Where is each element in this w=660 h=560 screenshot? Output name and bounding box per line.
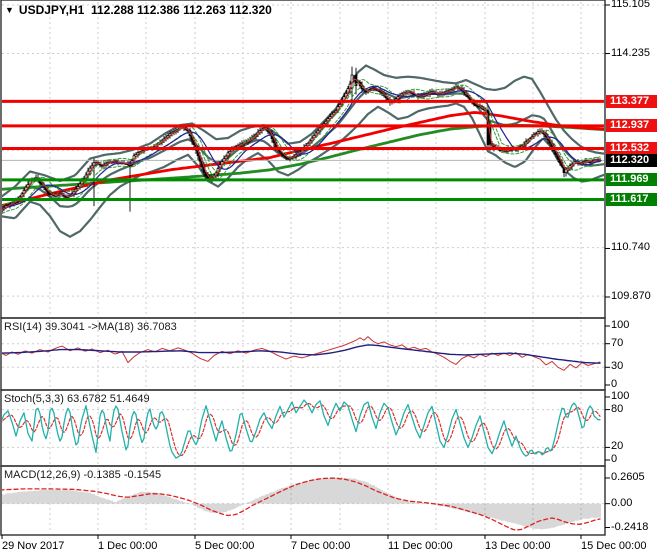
- stoch-axis-label: 0: [611, 453, 618, 465]
- price-axis-label: 110.740: [611, 241, 650, 254]
- stoch-axis-label: 20: [611, 440, 624, 453]
- macd-axis-label: -0.2418: [611, 520, 649, 533]
- current-price-tag: 112.320: [606, 153, 657, 167]
- rsi-axis-label: 70: [611, 336, 624, 349]
- macd-axis-label: 0.2605: [611, 471, 645, 483]
- time-axis-label: 11 Dec 00:00: [388, 540, 453, 552]
- stoch-axis-label: 100: [611, 390, 630, 402]
- time-axis-label: 1 Dec 00:00: [98, 540, 158, 552]
- rsi-axis-label: 0: [611, 378, 618, 390]
- price-axis-label: 114.235: [611, 46, 650, 59]
- price-axis-label: 109.870: [611, 290, 651, 302]
- stochastic-indicator-label: Stoch(5,3,3) 63.6782 51.4649: [4, 393, 150, 405]
- ohlc-values: 112.288 112.386 112.263 112.320: [90, 3, 272, 17]
- mt4-chart-window: ▼ USDJPY,H1 112.288 112.386 112.263 112.3…: [0, 0, 660, 560]
- axis-ticks: [1, 4, 610, 539]
- macd-panel[interactable]: [0, 477, 601, 531]
- macd-axis-label: 0.00: [611, 496, 633, 509]
- time-axis-label: 7 Dec 00:00: [291, 540, 351, 552]
- time-axis-label: 15 Dec 00:00: [581, 540, 647, 552]
- symbol-dropdown-icon[interactable]: ▼: [5, 5, 14, 15]
- macd-indicator-label: MACD(12,26,9) -0.1385 -0.1545: [4, 469, 162, 481]
- level-price-tag: 111.617: [606, 193, 657, 207]
- price-axis-label: 115.105: [611, 0, 650, 10]
- chart-title: ▼ USDJPY,H1 112.288 112.386 112.263 112.3…: [5, 3, 272, 17]
- thin-ma-overlays: [2, 78, 601, 214]
- time-axis-label: 29 Nov 2017: [2, 540, 65, 552]
- level-price-tag: 111.969: [606, 173, 657, 187]
- stoch-axis-label: 80: [611, 402, 624, 415]
- time-axis-label: 13 Dec 00:00: [485, 540, 551, 552]
- rsi-axis-label: 100: [611, 319, 630, 331]
- time-axis-label: 5 Dec 00:00: [195, 540, 255, 552]
- symbol-timeframe-label: USDJPY,H1: [18, 3, 85, 17]
- rsi-panel[interactable]: [0, 336, 601, 371]
- stochastic-panel[interactable]: [0, 399, 601, 459]
- level-price-tag: 112.937: [606, 119, 657, 133]
- level-price-tag: 113.377: [606, 94, 657, 108]
- rsi-indicator-label: RSI(14) 39.3041 ->MA(18) 36.7083: [4, 321, 177, 333]
- rsi-axis-label: 30: [611, 360, 624, 373]
